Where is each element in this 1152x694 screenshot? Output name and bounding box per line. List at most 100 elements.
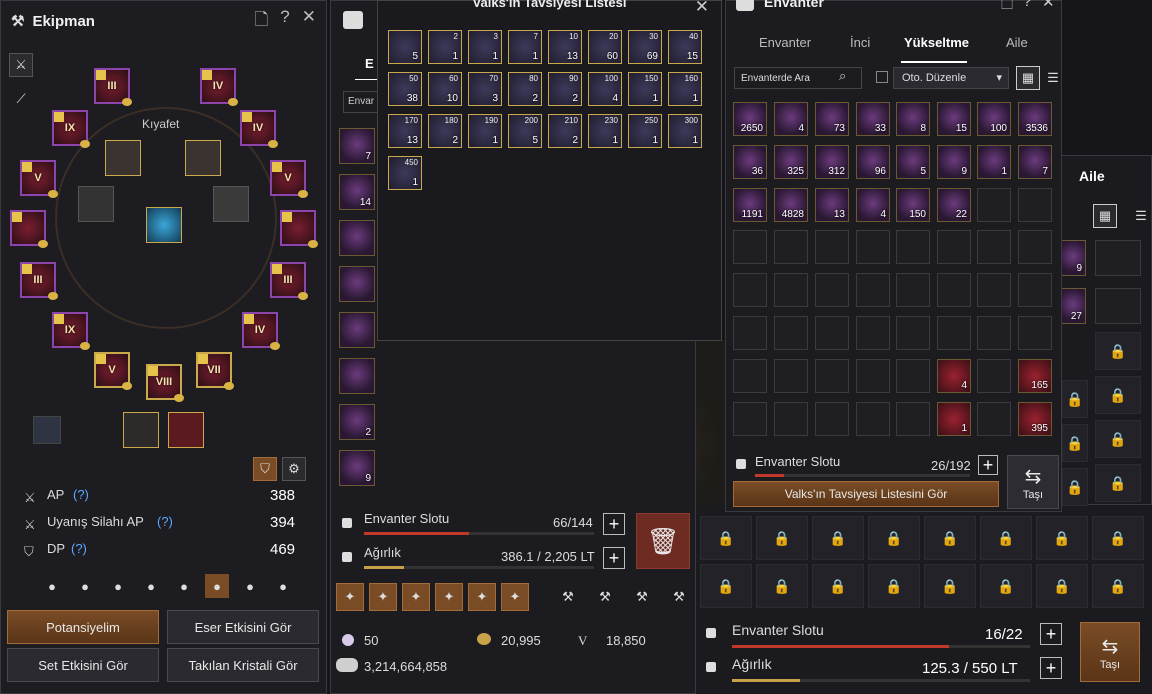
- valks-item[interactable]: 170 13: [388, 114, 422, 148]
- empty-slot[interactable]: [774, 273, 808, 307]
- family-slot-plus-button[interactable]: +: [1040, 623, 1062, 645]
- empty-slot[interactable]: [815, 273, 849, 307]
- shield-toggle-icon[interactable]: ⛉: [253, 457, 277, 481]
- craft-tool-icon[interactable]: ✦: [501, 583, 529, 611]
- empty-slot[interactable]: [856, 316, 890, 350]
- craft-tool-icon[interactable]: ✦: [468, 583, 496, 611]
- inventory-slot-plus-button[interactable]: +: [603, 513, 625, 535]
- inventory-item[interactable]: 13: [815, 188, 849, 222]
- empty-slot[interactable]: [1018, 188, 1052, 222]
- tab-family[interactable]: Aile: [1006, 35, 1028, 50]
- valks-item[interactable]: 90 2: [548, 72, 582, 106]
- inventory-item[interactable]: 312: [815, 145, 849, 179]
- inventory-item[interactable]: 7: [1018, 145, 1052, 179]
- crossed-swords-icon[interactable]: ⚔: [9, 53, 33, 77]
- costume-item[interactable]: [105, 140, 141, 176]
- inventory-item[interactable]: [339, 266, 375, 302]
- accessory-slot[interactable]: [83, 416, 111, 444]
- artifact-effect-button[interactable]: Eser Etkisini Gör: [167, 610, 319, 644]
- inventory-item[interactable]: 4828: [774, 188, 808, 222]
- empty-slot[interactable]: [733, 359, 767, 393]
- inventory-item[interactable]: 8: [896, 102, 930, 136]
- empty-slot[interactable]: [977, 359, 1011, 393]
- inventory-item[interactable]: 33: [856, 102, 890, 136]
- valks-item[interactable]: 190 1: [468, 114, 502, 148]
- gear-slot[interactable]: V: [94, 352, 132, 390]
- potential-button[interactable]: Potansiyelim: [7, 610, 159, 644]
- auto-sort-checkbox[interactable]: [876, 71, 888, 83]
- inventory-item[interactable]: 96: [856, 145, 890, 179]
- helmet-icon[interactable]: ●: [106, 574, 130, 598]
- document-icon[interactable]: 🗋: [255, 7, 269, 36]
- tab-upgrade[interactable]: Yükseltme: [904, 35, 969, 50]
- mask-icon[interactable]: ●: [73, 574, 97, 598]
- valks-item[interactable]: 100 4: [588, 72, 622, 106]
- inventory-item[interactable]: 165: [1018, 359, 1052, 393]
- gear-slot[interactable]: IX: [52, 312, 90, 350]
- empty-slot[interactable]: [774, 359, 808, 393]
- set-effect-button[interactable]: Set Etkisini Gör: [7, 648, 159, 682]
- grid-view-icon[interactable]: ▦: [1093, 204, 1117, 228]
- empty-slot[interactable]: [937, 230, 971, 264]
- empty-slot[interactable]: [1018, 230, 1052, 264]
- trash-button[interactable]: 🗑: [636, 513, 690, 569]
- inventory-item[interactable]: 15: [937, 102, 971, 136]
- valks-item[interactable]: 200 5: [508, 114, 542, 148]
- craft-tool-icon[interactable]: ✦: [402, 583, 430, 611]
- inventory-item[interactable]: 4: [937, 359, 971, 393]
- valks-item[interactable]: 21: [428, 30, 462, 64]
- inventory-item[interactable]: 36: [733, 145, 767, 179]
- gear-slot[interactable]: VII: [196, 352, 234, 390]
- gear-slot[interactable]: VIII: [146, 364, 184, 402]
- empty-slot[interactable]: [977, 273, 1011, 307]
- empty-slot[interactable]: [896, 316, 930, 350]
- valks-item[interactable]: 60 10: [428, 72, 462, 106]
- valks-item[interactable]: 230 1: [588, 114, 622, 148]
- gear-slot[interactable]: V: [270, 160, 308, 198]
- costume-item[interactable]: [185, 140, 221, 176]
- hammer-icon[interactable]: ⚒: [591, 583, 619, 611]
- gear-slot[interactable]: IV: [242, 312, 280, 350]
- valks-item[interactable]: 450 1: [388, 156, 422, 190]
- family-weight-plus-button[interactable]: +: [1040, 657, 1062, 679]
- list-view-icon[interactable]: ☰: [1041, 66, 1065, 90]
- empty-slot[interactable]: [977, 188, 1011, 222]
- valks-item[interactable]: 160 1: [668, 72, 702, 106]
- search-icon[interactable]: ⌕: [839, 68, 846, 84]
- shield-icon[interactable]: ●: [271, 574, 295, 598]
- family-item[interactable]: 27: [1060, 288, 1086, 324]
- empty-slot[interactable]: [856, 273, 890, 307]
- inventory-item[interactable]: 4: [856, 188, 890, 222]
- seal-icon[interactable]: ⚒: [554, 583, 582, 611]
- valks-item[interactable]: 5: [388, 30, 422, 64]
- empty-slot[interactable]: [733, 230, 767, 264]
- valks-item[interactable]: 40 15: [668, 30, 702, 64]
- empty-slot[interactable]: [896, 273, 930, 307]
- gear-slot[interactable]: IV: [200, 68, 238, 106]
- inventory-item[interactable]: 73: [815, 102, 849, 136]
- valks-item[interactable]: 210 2: [548, 114, 582, 148]
- costume-item[interactable]: [213, 186, 249, 222]
- gear-slot[interactable]: III: [270, 262, 308, 300]
- stat-help[interactable]: (?): [73, 487, 89, 502]
- valks-item[interactable]: 70 3: [468, 72, 502, 106]
- empty-slot[interactable]: [1018, 316, 1052, 350]
- gear-icon[interactable]: ⚙: [282, 457, 306, 481]
- upgrade-slot-plus-button[interactable]: +: [978, 455, 998, 475]
- mount-icon[interactable]: ●: [205, 574, 229, 598]
- family-transfer-button[interactable]: ⇆ Taşı: [1080, 622, 1140, 682]
- awakening-weapon-icon[interactable]: ⟋: [9, 87, 33, 111]
- flag-slot[interactable]: [168, 412, 204, 448]
- empty-slot[interactable]: [815, 230, 849, 264]
- empty-slot[interactable]: [977, 316, 1011, 350]
- inventory-item[interactable]: 150: [896, 188, 930, 222]
- inventory-weight-plus-button[interactable]: +: [603, 547, 625, 569]
- equipment-titlebar[interactable]: ⚒ Ekipman 🗋 ? ✕: [1, 1, 326, 41]
- family-item[interactable]: 9: [1060, 240, 1086, 276]
- empty-slot[interactable]: [774, 316, 808, 350]
- valks-item[interactable]: 50 38: [388, 72, 422, 106]
- inventory-item[interactable]: [339, 220, 375, 256]
- inventory-item[interactable]: 100: [977, 102, 1011, 136]
- valks-item[interactable]: 30 69: [628, 30, 662, 64]
- empty-slot[interactable]: [1095, 240, 1141, 276]
